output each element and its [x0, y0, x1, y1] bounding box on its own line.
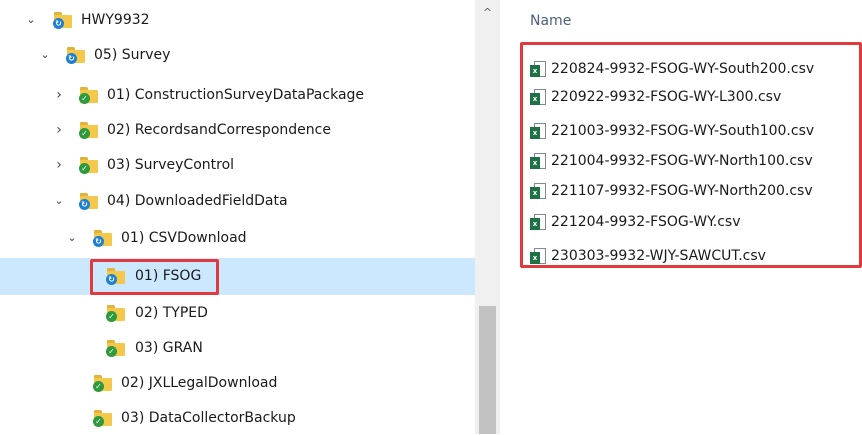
synced-folder-icon: ✓: [106, 340, 125, 357]
tree-item-recordsandcorrespondence[interactable]: › ✓ 02) RecordsandCorrespondence: [0, 114, 475, 147]
tree-item-typed[interactable]: ✓ 02) TYPED: [0, 297, 475, 330]
tree-item-label: 02) TYPED: [135, 305, 208, 321]
synced-folder-icon: ✓: [79, 157, 98, 174]
file-name: 221004-9932-FSOG-WY-North100.csv: [551, 153, 813, 169]
file-name: 220824-9932-FSOG-WY-South200.csv: [551, 61, 815, 77]
file-name: 221107-9932-FSOG-WY-North200.csv: [551, 183, 813, 199]
chevron-down-icon[interactable]: ⌄: [65, 228, 79, 248]
chevron-right-icon[interactable]: ›: [52, 120, 66, 140]
file-list-pane: Name x 220824-9932-FSOG-WY-South200.csv …: [500, 0, 862, 434]
chevron-right-icon[interactable]: ›: [52, 155, 66, 175]
tree-item-label: 01) FSOG: [135, 268, 202, 284]
csv-file-icon: x: [530, 183, 547, 201]
tree-item-datacollectorbackup[interactable]: ✓ 03) DataCollectorBackup: [0, 402, 475, 435]
tree-item-label: 03) SurveyControl: [107, 157, 235, 173]
file-row[interactable]: x 221003-9932-FSOG-WY-South100.csv: [528, 118, 858, 146]
synced-folder-icon: ✓: [93, 375, 112, 392]
sync-folder-icon: ↻: [106, 268, 125, 285]
navigation-pane: ⌄ ↻ HWY9932 ⌄ ↻ 05) Survey › ✓ 01) Const…: [0, 0, 500, 434]
csv-file-icon: x: [530, 61, 547, 79]
tree-item-fsog[interactable]: ↻ 01) FSOG: [0, 258, 475, 295]
csv-file-icon: x: [530, 214, 547, 232]
file-row[interactable]: x 221107-9932-FSOG-WY-North200.csv: [528, 178, 858, 206]
csv-file-icon: x: [530, 248, 547, 266]
csv-file-icon: x: [530, 123, 547, 141]
scrollbar-thumb[interactable]: [479, 306, 496, 434]
vertical-scrollbar[interactable]: ^: [475, 0, 500, 434]
scroll-up-arrow-icon[interactable]: ^: [475, 2, 500, 24]
tree-item-label: HWY9932: [81, 12, 150, 28]
synced-folder-icon: ✓: [79, 87, 98, 104]
sync-folder-icon: ↻: [53, 12, 72, 29]
tree-item-label: 01) CSVDownload: [121, 230, 247, 246]
file-row[interactable]: x 221204-9932-FSOG-WY.csv: [528, 209, 858, 237]
chevron-down-icon[interactable]: ⌄: [52, 191, 66, 211]
chevron-down-icon[interactable]: ⌄: [24, 10, 38, 30]
tree-item-constructionsurveydatapackage[interactable]: › ✓ 01) ConstructionSurveyDataPackage: [0, 79, 475, 112]
tree-item-label: 03) DataCollectorBackup: [121, 410, 296, 426]
tree-item-label: 03) GRAN: [135, 340, 203, 356]
file-row[interactable]: x 220922-9932-FSOG-WY-L300.csv: [528, 84, 858, 112]
csv-file-icon: x: [530, 89, 547, 107]
tree-item-label: 01) ConstructionSurveyDataPackage: [107, 87, 365, 103]
chevron-right-icon[interactable]: ›: [52, 85, 66, 105]
file-name: 221003-9932-FSOG-WY-South100.csv: [551, 123, 815, 139]
file-name: 230303-9932-WJY-SAWCUT.csv: [551, 248, 766, 264]
csv-file-icon: x: [530, 153, 547, 171]
sync-folder-icon: ↻: [93, 230, 112, 247]
tree-item-surveycontrol[interactable]: › ✓ 03) SurveyControl: [0, 149, 475, 182]
file-row[interactable]: x 221004-9932-FSOG-WY-North100.csv: [528, 148, 858, 176]
tree-item-label: 02) JXLLegalDownload: [121, 375, 278, 391]
synced-folder-icon: ✓: [106, 305, 125, 322]
file-row[interactable]: x 230303-9932-WJY-SAWCUT.csv: [528, 243, 858, 271]
file-name: 220922-9932-FSOG-WY-L300.csv: [551, 89, 782, 105]
tree-item-label: 02) RecordsandCorrespondence: [107, 122, 331, 138]
name-column-header[interactable]: Name: [530, 13, 571, 29]
sync-folder-icon: ↻: [79, 193, 98, 210]
chevron-down-icon[interactable]: ⌄: [38, 45, 52, 65]
tree-item-survey[interactable]: ⌄ ↻ 05) Survey: [0, 39, 475, 72]
tree-item-gran[interactable]: ✓ 03) GRAN: [0, 332, 475, 365]
tree-item-label: 05) Survey: [94, 47, 171, 63]
sync-folder-icon: ↻: [66, 47, 85, 64]
synced-folder-icon: ✓: [93, 410, 112, 427]
synced-folder-icon: ✓: [79, 122, 98, 139]
file-row[interactable]: x 220824-9932-FSOG-WY-South200.csv: [528, 56, 858, 84]
tree-item-downloadedfielddata[interactable]: ⌄ ↻ 04) DownloadedFieldData: [0, 185, 475, 218]
tree-item-hwy9932[interactable]: ⌄ ↻ HWY9932: [0, 4, 475, 37]
tree-item-label: 04) DownloadedFieldData: [107, 193, 288, 209]
tree-item-csvdownload[interactable]: ⌄ ↻ 01) CSVDownload: [0, 222, 475, 255]
tree-item-jxllegaldownload[interactable]: ✓ 02) JXLLegalDownload: [0, 367, 475, 400]
file-name: 221204-9932-FSOG-WY.csv: [551, 214, 741, 230]
